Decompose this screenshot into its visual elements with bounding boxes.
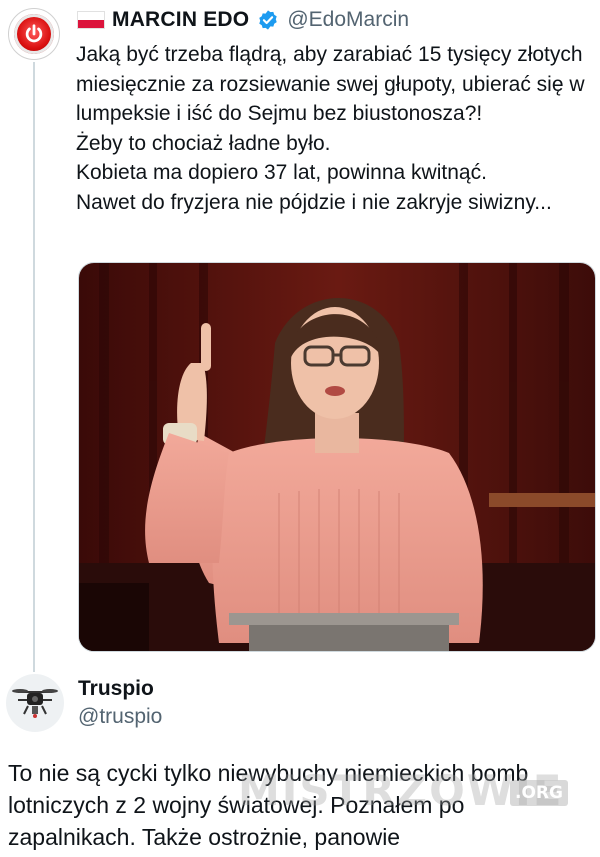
author-display-name[interactable]: MARCIN EDO	[112, 8, 249, 32]
verified-badge-icon	[259, 10, 278, 30]
thread-connector-line	[33, 62, 35, 672]
tweet-text-line: Nawet do fryzjera nie pójdzie i nie zakr…	[76, 190, 552, 214]
author-handle[interactable]: @truspio	[78, 705, 162, 729]
avatar[interactable]	[8, 8, 60, 60]
power-button-icon	[14, 14, 54, 54]
tweet-text-line: Żeby to chociaż ładne było.	[76, 131, 331, 155]
avatar[interactable]	[6, 674, 64, 732]
tweet-photo[interactable]	[78, 262, 596, 652]
speaker-at-podium-image	[79, 263, 595, 651]
tweet-text-line: Kobieta ma dopiero 37 lat, powinna kwitn…	[76, 161, 487, 184]
tweet-text-line: Jaką być trzeba flądrą, aby zarabiać 15 …	[76, 43, 585, 125]
reply-text: To nie są cycki tylko niewybuchy niemiec…	[8, 760, 529, 850]
drone-icon	[12, 689, 58, 718]
author-display-name[interactable]: Truspio	[78, 677, 154, 701]
tweet-text: Jaką być trzeba flądrą, aby zarabiać 15 …	[76, 40, 596, 217]
tweet-header: MARCIN EDO @EdoMarcin	[78, 6, 409, 34]
poland-flag-icon	[78, 12, 104, 28]
author-handle[interactable]: @EdoMarcin	[287, 8, 409, 32]
